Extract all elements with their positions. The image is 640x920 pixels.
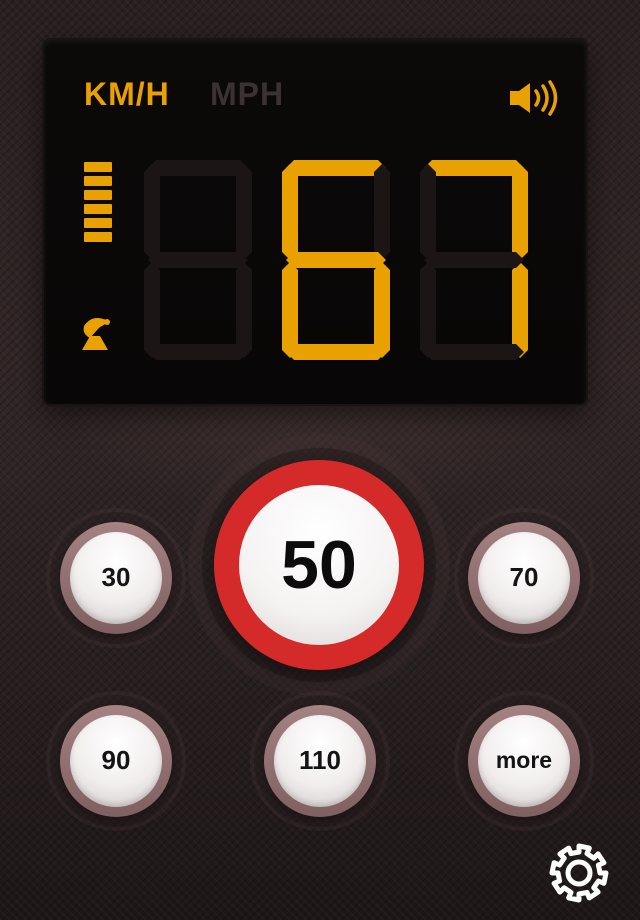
- digit-segment: [148, 160, 248, 176]
- limit-button-30[interactable]: 30: [60, 522, 172, 634]
- digit-segment: [286, 160, 386, 176]
- digit-segment: [374, 262, 390, 358]
- digit-segment: [282, 262, 298, 358]
- signal-bar: [84, 190, 112, 200]
- signal-bar: [84, 176, 112, 186]
- limit-label: 70: [509, 562, 539, 593]
- digit-segment: [144, 164, 160, 260]
- digit-segment: [374, 164, 390, 260]
- satellite-dish-icon: [82, 318, 110, 350]
- digit-segment: [144, 262, 160, 358]
- limit-button-90[interactable]: 90: [60, 705, 172, 817]
- limit-button-110[interactable]: 110: [264, 705, 376, 817]
- signal-bar: [84, 218, 112, 228]
- speed-readout: [144, 160, 528, 360]
- signal-bar: [84, 162, 112, 172]
- unit-kmh-toggle[interactable]: KM/H: [84, 76, 170, 113]
- digit-segment: [286, 252, 386, 268]
- speed-display: KM/H MPH 67: [44, 40, 586, 404]
- current-limit-sign[interactable]: 50: [214, 460, 424, 670]
- gps-signal-strength: [84, 162, 112, 246]
- limit-label: 110: [299, 745, 341, 776]
- digit-segment: [420, 164, 436, 260]
- digit-segment: [236, 164, 252, 260]
- current-limit-value: 50: [281, 527, 357, 603]
- limit-button-70[interactable]: 70: [468, 522, 580, 634]
- more-label: more: [495, 747, 553, 774]
- digit-segment: [512, 164, 528, 260]
- gear-icon[interactable]: [548, 842, 610, 904]
- digit-segment: [286, 344, 386, 360]
- digit-segment: [148, 252, 248, 268]
- digit-segment: [424, 160, 524, 176]
- digit-segment: [424, 344, 524, 360]
- digit-segment: [424, 252, 524, 268]
- signal-bar: [84, 204, 112, 214]
- unit-mph-toggle[interactable]: MPH: [210, 76, 284, 113]
- digit-segment: [512, 262, 528, 358]
- limit-label: 90: [101, 745, 131, 776]
- more-limits-button[interactable]: more: [468, 705, 580, 817]
- digit-segment: [282, 164, 298, 260]
- signal-bar: [84, 232, 112, 242]
- digit-segment: [148, 344, 248, 360]
- speaker-icon[interactable]: [506, 78, 566, 118]
- limit-label: 30: [101, 562, 131, 593]
- digit-segment: [420, 262, 436, 358]
- digit-segment: [236, 262, 252, 358]
